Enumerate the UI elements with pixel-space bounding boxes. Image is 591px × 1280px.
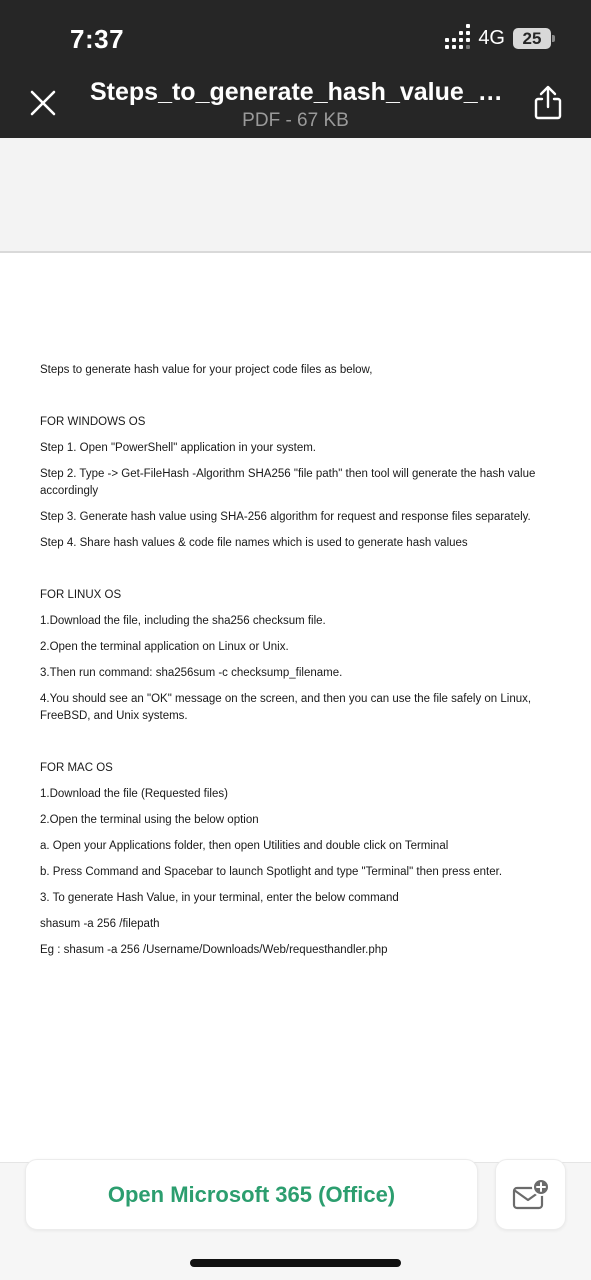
pdf-viewer-background: [0, 138, 591, 253]
mac-step: shasum -a 256 /filepath: [40, 918, 160, 930]
status-time: 7:37: [70, 24, 125, 54]
pdf-page[interactable]: Steps to generate hash value for your pr…: [0, 255, 591, 1160]
open-microsoft-365-button[interactable]: Open Microsoft 365 (Office): [25, 1159, 478, 1230]
home-indicator[interactable]: [190, 1259, 401, 1267]
mac-heading: FOR MAC OS: [40, 762, 113, 774]
mac-step: Eg : shasum -a 256 /Username/Downloads/W…: [40, 944, 388, 956]
mac-step: 2.Open the terminal using the below opti…: [40, 814, 259, 826]
network-type: 4G: [478, 27, 505, 49]
battery-indicator: 25: [513, 28, 555, 49]
document-meta: PDF - 67 KB: [242, 110, 349, 131]
mac-step: 1.Download the file (Requested files): [40, 788, 228, 800]
mail-add-button[interactable]: [495, 1159, 566, 1230]
mac-step: b. Press Command and Spacebar to launch …: [40, 866, 503, 878]
windows-step: Step 2. Type -> Get-FileHash -Algorithm …: [40, 468, 536, 497]
mac-step: 3. To generate Hash Value, in your termi…: [40, 892, 399, 904]
mac-step: a. Open your Applications folder, then o…: [40, 840, 449, 852]
windows-heading: FOR WINDOWS OS: [40, 416, 146, 428]
document-title: Steps_to_generate_hash_value_for...: [90, 78, 506, 106]
status-indicators: 4G 25: [445, 23, 555, 50]
top-bar: 7:37 4G 25 Steps_to_generate_hash_value_…: [0, 0, 591, 138]
share-icon: [534, 85, 562, 120]
linux-step: 2.Open the terminal application on Linux…: [40, 641, 289, 653]
signal-icon: [445, 23, 471, 49]
linux-step: 3.Then run command: sha256sum -c checksu…: [40, 667, 343, 679]
linux-step: 1.Download the file, including the sha25…: [40, 615, 326, 627]
windows-step: Step 1. Open "PowerShell" application in…: [40, 442, 316, 454]
linux-heading: FOR LINUX OS: [40, 589, 122, 601]
pdf-content: Steps to generate hash value for your pr…: [40, 362, 580, 959]
windows-step: Step 3. Generate hash value using SHA-25…: [40, 511, 531, 523]
mail-add-icon: [512, 1177, 550, 1209]
windows-step: Step 4. Share hash values & code file na…: [40, 537, 468, 549]
intro-text: Steps to generate hash value for your pr…: [40, 364, 373, 376]
share-button[interactable]: [531, 84, 565, 122]
linux-step: 4.You should see an "OK" message on the …: [40, 693, 532, 722]
